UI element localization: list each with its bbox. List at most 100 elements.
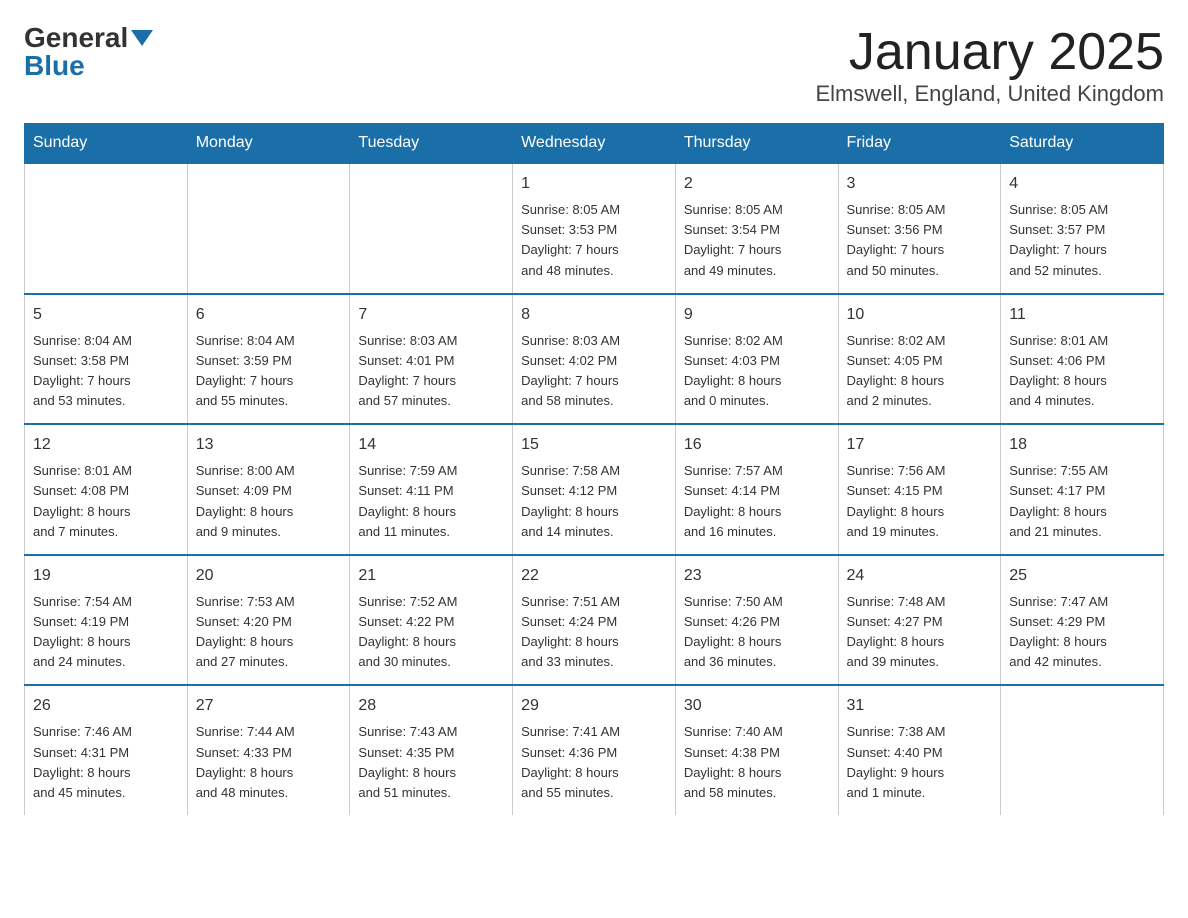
day-info: Sunrise: 8:05 AMSunset: 3:57 PMDaylight:… xyxy=(1009,200,1155,281)
day-number: 18 xyxy=(1009,433,1155,457)
day-info: Sunrise: 7:56 AMSunset: 4:15 PMDaylight:… xyxy=(847,461,993,542)
header-tuesday: Tuesday xyxy=(350,124,513,164)
day-number: 24 xyxy=(847,564,993,588)
day-info: Sunrise: 7:47 AMSunset: 4:29 PMDaylight:… xyxy=(1009,592,1155,673)
header-monday: Monday xyxy=(187,124,350,164)
calendar-week-row: 12 Sunrise: 8:01 AMSunset: 4:08 PMDayligh… xyxy=(25,424,1164,555)
calendar-week-row: 1 Sunrise: 8:05 AMSunset: 3:53 PMDaylight… xyxy=(25,163,1164,294)
day-number: 8 xyxy=(521,303,667,327)
table-row: 1 Sunrise: 8:05 AMSunset: 3:53 PMDaylight… xyxy=(513,163,676,294)
day-info: Sunrise: 8:01 AMSunset: 4:06 PMDaylight:… xyxy=(1009,331,1155,412)
table-row: 20Sunrise: 7:53 AMSunset: 4:20 PMDayligh… xyxy=(187,555,350,686)
table-row: 16 Sunrise: 7:57 AMSunset: 4:14 PMDayligh… xyxy=(675,424,838,555)
calendar-week-row: 5 Sunrise: 8:04 AMSunset: 3:58 PMDaylight… xyxy=(25,294,1164,425)
header-wednesday: Wednesday xyxy=(513,124,676,164)
table-row: 31 Sunrise: 7:38 AMSunset: 4:40 PMDayligh… xyxy=(838,685,1001,815)
day-number: 16 xyxy=(684,433,830,457)
day-number: 29 xyxy=(521,694,667,718)
header-friday: Friday xyxy=(838,124,1001,164)
day-number: 22 xyxy=(521,564,667,588)
table-row: 22Sunrise: 7:51 AMSunset: 4:24 PMDayligh… xyxy=(513,555,676,686)
day-number: 30 xyxy=(684,694,830,718)
header-saturday: Saturday xyxy=(1001,124,1164,164)
table-row: 12 Sunrise: 8:01 AMSunset: 4:08 PMDayligh… xyxy=(25,424,188,555)
table-row xyxy=(350,163,513,294)
logo-general-text: General xyxy=(24,24,128,52)
day-info: Sunrise: 7:38 AMSunset: 4:40 PMDaylight:… xyxy=(847,722,993,803)
day-info: Sunrise: 8:03 AMSunset: 4:01 PMDaylight:… xyxy=(358,331,504,412)
day-number: 31 xyxy=(847,694,993,718)
table-row xyxy=(187,163,350,294)
logo: General Blue xyxy=(24,24,153,80)
day-number: 19 xyxy=(33,564,179,588)
day-number: 21 xyxy=(358,564,504,588)
table-row: 17 Sunrise: 7:56 AMSunset: 4:15 PMDayligh… xyxy=(838,424,1001,555)
table-row: 24Sunrise: 7:48 AMSunset: 4:27 PMDayligh… xyxy=(838,555,1001,686)
day-info: Sunrise: 8:01 AMSunset: 4:08 PMDaylight:… xyxy=(33,461,179,542)
header-thursday: Thursday xyxy=(675,124,838,164)
day-number: 9 xyxy=(684,303,830,327)
table-row: 8 Sunrise: 8:03 AMSunset: 4:02 PMDaylight… xyxy=(513,294,676,425)
day-info: Sunrise: 8:04 AMSunset: 3:58 PMDaylight:… xyxy=(33,331,179,412)
day-number: 17 xyxy=(847,433,993,457)
day-number: 10 xyxy=(847,303,993,327)
day-info: Sunrise: 7:53 AMSunset: 4:20 PMDaylight:… xyxy=(196,592,342,673)
day-number: 28 xyxy=(358,694,504,718)
day-number: 26 xyxy=(33,694,179,718)
table-row: 10Sunrise: 8:02 AMSunset: 4:05 PMDayligh… xyxy=(838,294,1001,425)
day-number: 11 xyxy=(1009,303,1155,327)
day-info: Sunrise: 7:44 AMSunset: 4:33 PMDaylight:… xyxy=(196,722,342,803)
table-row xyxy=(25,163,188,294)
table-row: 5 Sunrise: 8:04 AMSunset: 3:58 PMDaylight… xyxy=(25,294,188,425)
day-number: 5 xyxy=(33,303,179,327)
table-row: 9Sunrise: 8:02 AMSunset: 4:03 PMDaylight… xyxy=(675,294,838,425)
day-number: 7 xyxy=(358,303,504,327)
page-header: General Blue January 2025 Elmswell, Engl… xyxy=(24,24,1164,107)
day-number: 25 xyxy=(1009,564,1155,588)
table-row: 27 Sunrise: 7:44 AMSunset: 4:33 PMDayligh… xyxy=(187,685,350,815)
logo-arrow-icon xyxy=(131,30,153,46)
day-info: Sunrise: 7:52 AMSunset: 4:22 PMDaylight:… xyxy=(358,592,504,673)
day-number: 15 xyxy=(521,433,667,457)
day-info: Sunrise: 7:57 AMSunset: 4:14 PMDaylight:… xyxy=(684,461,830,542)
day-info: Sunrise: 7:43 AMSunset: 4:35 PMDaylight:… xyxy=(358,722,504,803)
day-number: 12 xyxy=(33,433,179,457)
day-number: 14 xyxy=(358,433,504,457)
table-row: 6Sunrise: 8:04 AMSunset: 3:59 PMDaylight… xyxy=(187,294,350,425)
calendar-week-row: 26 Sunrise: 7:46 AMSunset: 4:31 PMDayligh… xyxy=(25,685,1164,815)
table-row: 7 Sunrise: 8:03 AMSunset: 4:01 PMDaylight… xyxy=(350,294,513,425)
day-info: Sunrise: 7:55 AMSunset: 4:17 PMDaylight:… xyxy=(1009,461,1155,542)
logo-blue-text: Blue xyxy=(24,52,85,80)
day-number: 13 xyxy=(196,433,342,457)
day-info: Sunrise: 7:54 AMSunset: 4:19 PMDaylight:… xyxy=(33,592,179,673)
table-row: 11 Sunrise: 8:01 AMSunset: 4:06 PMDayligh… xyxy=(1001,294,1164,425)
day-info: Sunrise: 7:50 AMSunset: 4:26 PMDaylight:… xyxy=(684,592,830,673)
day-number: 2 xyxy=(684,172,830,196)
day-number: 27 xyxy=(196,694,342,718)
table-row: 3 Sunrise: 8:05 AMSunset: 3:56 PMDaylight… xyxy=(838,163,1001,294)
day-info: Sunrise: 8:03 AMSunset: 4:02 PMDaylight:… xyxy=(521,331,667,412)
day-info: Sunrise: 7:58 AMSunset: 4:12 PMDaylight:… xyxy=(521,461,667,542)
table-row: 26 Sunrise: 7:46 AMSunset: 4:31 PMDayligh… xyxy=(25,685,188,815)
table-row: 15 Sunrise: 7:58 AMSunset: 4:12 PMDayligh… xyxy=(513,424,676,555)
calendar-week-row: 19 Sunrise: 7:54 AMSunset: 4:19 PMDayligh… xyxy=(25,555,1164,686)
day-info: Sunrise: 7:40 AMSunset: 4:38 PMDaylight:… xyxy=(684,722,830,803)
day-number: 4 xyxy=(1009,172,1155,196)
table-row: 29Sunrise: 7:41 AMSunset: 4:36 PMDayligh… xyxy=(513,685,676,815)
table-row: 28 Sunrise: 7:43 AMSunset: 4:35 PMDayligh… xyxy=(350,685,513,815)
table-row xyxy=(1001,685,1164,815)
day-number: 1 xyxy=(521,172,667,196)
day-info: Sunrise: 8:05 AMSunset: 3:56 PMDaylight:… xyxy=(847,200,993,281)
day-number: 3 xyxy=(847,172,993,196)
table-row: 13Sunrise: 8:00 AMSunset: 4:09 PMDayligh… xyxy=(187,424,350,555)
table-row: 18 Sunrise: 7:55 AMSunset: 4:17 PMDayligh… xyxy=(1001,424,1164,555)
table-row: 19 Sunrise: 7:54 AMSunset: 4:19 PMDayligh… xyxy=(25,555,188,686)
title-block: January 2025 Elmswell, England, United K… xyxy=(815,24,1164,107)
table-row: 23 Sunrise: 7:50 AMSunset: 4:26 PMDayligh… xyxy=(675,555,838,686)
table-row: 25 Sunrise: 7:47 AMSunset: 4:29 PMDayligh… xyxy=(1001,555,1164,686)
day-number: 23 xyxy=(684,564,830,588)
day-info: Sunrise: 8:05 AMSunset: 3:53 PMDaylight:… xyxy=(521,200,667,281)
day-info: Sunrise: 7:46 AMSunset: 4:31 PMDaylight:… xyxy=(33,722,179,803)
calendar-table: Sunday Monday Tuesday Wednesday Thursday… xyxy=(24,123,1164,815)
table-row: 30 Sunrise: 7:40 AMSunset: 4:38 PMDayligh… xyxy=(675,685,838,815)
